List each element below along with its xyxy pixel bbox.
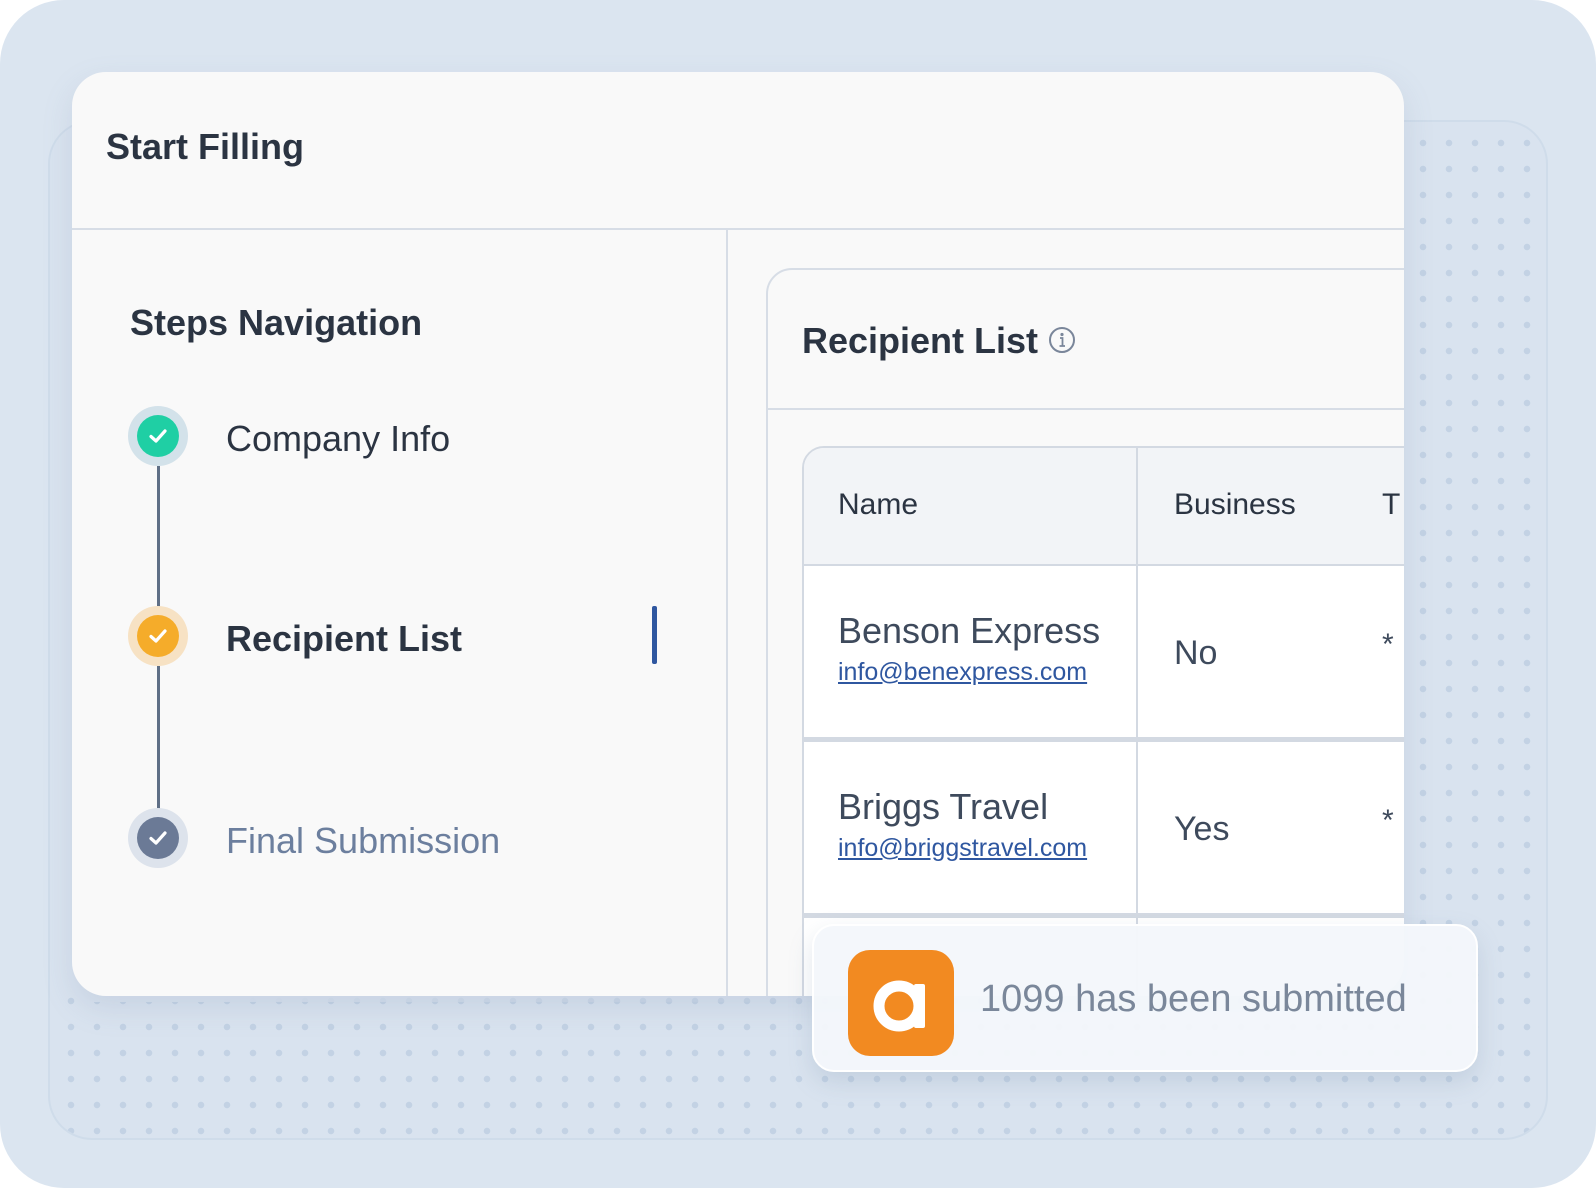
step-recipient-list-indicator bbox=[128, 606, 188, 666]
recipient-email-link[interactable]: info@benexpress.com bbox=[838, 658, 1087, 687]
info-icon[interactable] bbox=[1048, 326, 1076, 354]
column-header-business[interactable]: Business bbox=[1174, 488, 1296, 522]
step-final-submission[interactable]: Final Submission bbox=[226, 820, 500, 862]
steps-sidebar: Steps Navigation Company Info Recipient … bbox=[72, 230, 728, 996]
table-row[interactable]: Benson Express info@benexpress.com No * bbox=[804, 566, 1404, 742]
recipient-email-link[interactable]: info@briggstravel.com bbox=[838, 834, 1087, 863]
column-header-truncated[interactable]: T bbox=[1382, 488, 1400, 522]
table-row[interactable]: Briggs Travel info@briggstravel.com Yes … bbox=[804, 742, 1404, 918]
business-value: Yes bbox=[1174, 810, 1230, 848]
toast-message: 1099 has been submitted bbox=[980, 978, 1407, 1020]
check-icon bbox=[137, 415, 179, 457]
check-icon bbox=[137, 615, 179, 657]
column-header-name[interactable]: Name bbox=[838, 488, 918, 522]
truncated-value: * bbox=[1382, 804, 1394, 837]
recipient-table: Name Business T Benson Express info@bene… bbox=[802, 446, 1404, 996]
brand-a-icon bbox=[873, 980, 925, 1032]
step-connector bbox=[157, 466, 160, 612]
column-divider bbox=[1136, 448, 1138, 996]
recipient-name: Benson Express bbox=[838, 610, 1101, 651]
step-connector bbox=[157, 666, 160, 816]
steps-navigation-title: Steps Navigation bbox=[130, 302, 423, 343]
card-header: Start Filling bbox=[72, 72, 1404, 230]
submission-toast: 1099 has been submitted bbox=[812, 924, 1478, 1072]
recipient-name: Briggs Travel bbox=[838, 786, 1049, 827]
recipient-list-panel: Recipient List Name Business T Benson Ex… bbox=[766, 268, 1404, 996]
truncated-value: * bbox=[1382, 628, 1394, 661]
check-icon bbox=[137, 817, 179, 859]
page-title: Start Filling bbox=[106, 126, 304, 167]
active-step-indicator bbox=[652, 606, 657, 664]
panel-title: Recipient List bbox=[802, 320, 1039, 361]
panel-header: Recipient List bbox=[768, 270, 1404, 410]
step-recipient-list[interactable]: Recipient List bbox=[226, 618, 462, 660]
step-company-info-indicator bbox=[128, 406, 188, 466]
step-final-submission-indicator bbox=[128, 808, 188, 868]
table-header: Name Business T bbox=[804, 448, 1404, 566]
step-company-info[interactable]: Company Info bbox=[226, 418, 450, 460]
business-value: No bbox=[1174, 634, 1218, 672]
filing-card: Start Filling Steps Navigation Company I… bbox=[72, 72, 1404, 996]
brand-logo bbox=[848, 950, 954, 1056]
